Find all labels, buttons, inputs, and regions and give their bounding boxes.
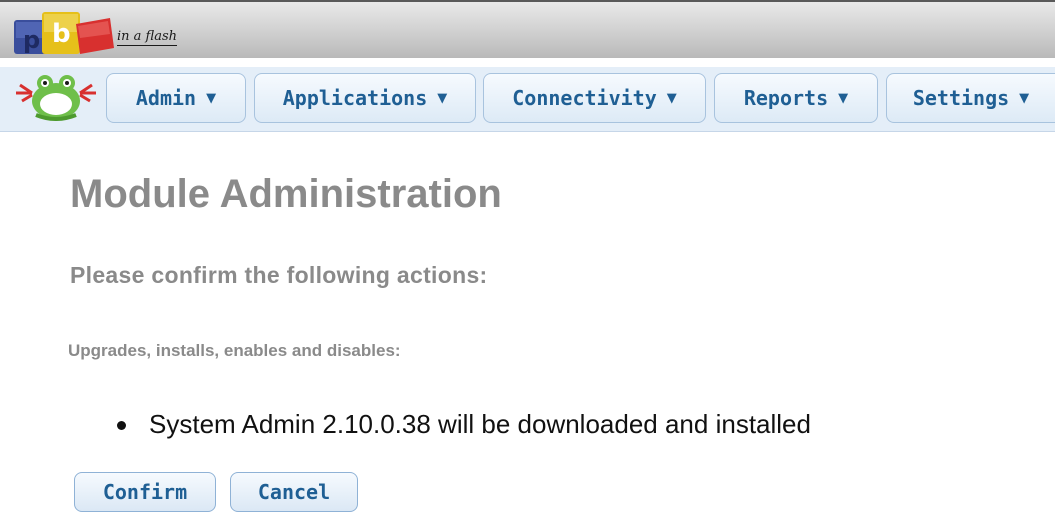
nav-tab-label: Connectivity xyxy=(512,86,657,110)
caret-down-icon: ▼ xyxy=(838,90,849,106)
caret-down-icon: ▼ xyxy=(666,90,677,106)
frog-icon[interactable] xyxy=(10,71,102,121)
pbx-logo-icon: p b xyxy=(14,12,114,54)
caret-down-icon: ▼ xyxy=(1019,90,1030,106)
nav-tab-label: Admin xyxy=(135,86,197,110)
confirm-subtitle: Please confirm the following actions: xyxy=(70,262,488,288)
brand-logo[interactable]: p b in a flash xyxy=(14,10,214,56)
caret-down-icon: ▼ xyxy=(206,90,217,106)
caret-down-icon: ▼ xyxy=(437,90,448,106)
list-item: System Admin 2.10.0.38 will be downloade… xyxy=(112,407,811,441)
logo-letter-b: b xyxy=(52,19,71,49)
nav-tab-reports[interactable]: Reports ▼ xyxy=(714,73,878,123)
nav-tab-label: Reports xyxy=(743,86,829,110)
section-label: Upgrades, installs, enables and disables… xyxy=(68,341,401,360)
logo-tagline: in a flash xyxy=(117,29,178,46)
nav-tab-admin[interactable]: Admin ▼ xyxy=(106,73,246,123)
action-list: System Admin 2.10.0.38 will be downloade… xyxy=(112,407,811,441)
cancel-button[interactable]: Cancel xyxy=(230,472,358,512)
top-header-bar: p b in a flash xyxy=(0,0,1055,58)
nav-tab-applications[interactable]: Applications ▼ xyxy=(254,73,476,123)
nav-tab-connectivity[interactable]: Connectivity ▼ xyxy=(483,73,706,123)
confirm-button[interactable]: Confirm xyxy=(74,472,216,512)
logo-letter-p: p xyxy=(23,26,40,54)
page-title: Module Administration xyxy=(70,172,502,216)
nav-tab-label: Settings xyxy=(912,86,1010,110)
main-nav-bar: Admin ▼ Applications ▼ Connectivity ▼ Re… xyxy=(0,67,1055,132)
nav-tab-label: Applications xyxy=(282,86,428,110)
nav-tab-settings[interactable]: Settings ▼ xyxy=(886,73,1055,123)
